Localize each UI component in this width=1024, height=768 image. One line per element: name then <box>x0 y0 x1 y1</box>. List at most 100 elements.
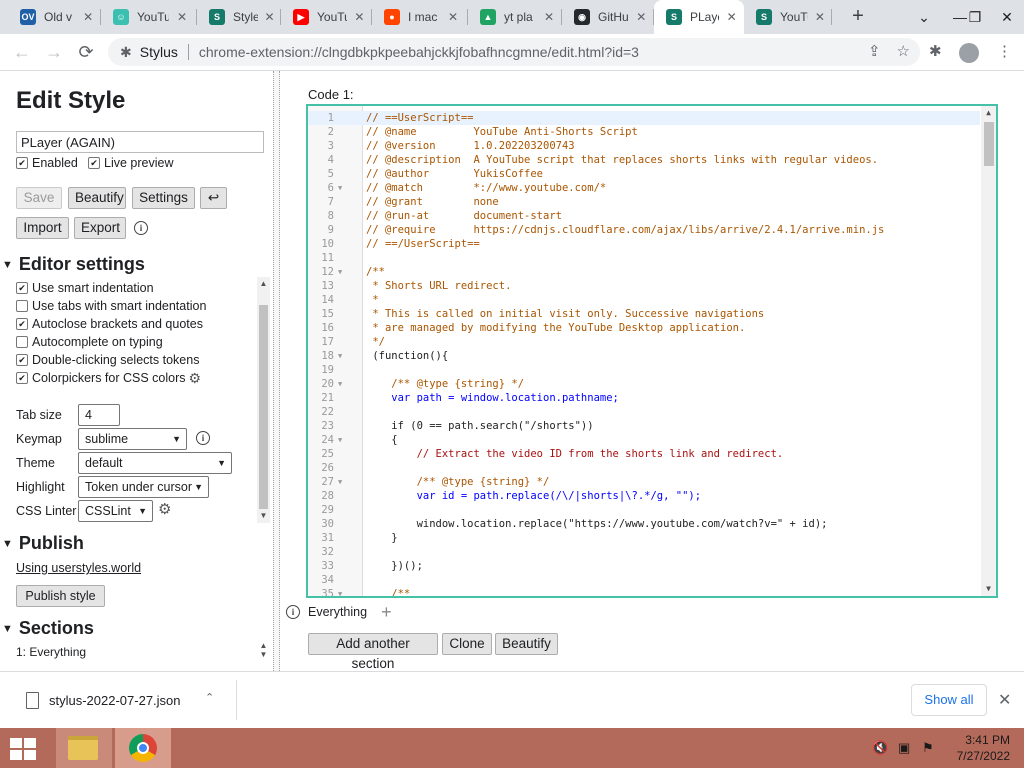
file-explorer-taskbar-button[interactable] <box>56 728 112 768</box>
browser-tab[interactable]: ◉ GitHu ✕ <box>562 0 654 34</box>
scroll-up-icon[interactable]: ▲ <box>257 277 270 291</box>
tab-close-icon[interactable]: ✕ <box>542 10 556 24</box>
editor-option-checkbox[interactable]: Use smart indentation <box>16 279 254 297</box>
beautify-button[interactable]: Beautify <box>68 187 126 209</box>
editor-scrollbar[interactable]: ▲ ▼ <box>981 106 996 596</box>
scroll-up-icon[interactable]: ▲ <box>981 106 996 120</box>
chevron-up-icon[interactable]: ⌃ <box>205 691 214 704</box>
browser-tab[interactable]: S YouTu ✕ <box>744 0 832 34</box>
export-button[interactable]: Export <box>74 217 126 239</box>
tab-close-icon[interactable]: ✕ <box>175 10 189 24</box>
publish-style-button[interactable]: Publish style <box>16 585 105 607</box>
show-all-button[interactable]: Show all <box>911 684 987 716</box>
settings-button[interactable]: Settings <box>132 187 195 209</box>
fold-marker-icon[interactable]: ▼ <box>338 181 342 195</box>
browser-tab[interactable]: OV Old v ✕ <box>8 0 101 34</box>
left-scrollbar-thumb[interactable] <box>259 305 268 509</box>
profile-avatar-icon[interactable] <box>959 43 979 63</box>
sections-scroll-icon[interactable]: ▲ ▼ <box>257 641 270 659</box>
download-filename[interactable]: stylus-2022-07-27.json <box>49 693 181 708</box>
windows-start-icon[interactable] <box>10 738 36 760</box>
editor-option-checkbox[interactable]: Autoclose brackets and quotes <box>16 315 254 333</box>
save-button[interactable]: Save <box>16 187 62 209</box>
browser-tab[interactable]: ▶ YouTu ✕ <box>281 0 372 34</box>
colorpicker-gear-icon[interactable]: ⚙ <box>189 370 202 387</box>
add-section-button[interactable]: Add another section <box>308 633 438 671</box>
fold-marker-icon[interactable]: ▼ <box>338 587 342 596</box>
tab-close-icon[interactable]: ✕ <box>725 10 738 24</box>
editor-option-checkbox[interactable]: Autocomplete on typing <box>16 333 254 351</box>
address-bar[interactable]: ✱ Stylus chrome-extension://clngdbkpkpee… <box>108 38 920 66</box>
tab-size-input[interactable]: 4 <box>78 404 120 426</box>
live-preview-checkbox[interactable]: Live preview <box>88 156 173 170</box>
editor-option-checkbox[interactable]: Double-clicking selects tokens <box>16 351 254 369</box>
browser-tab[interactable]: S Style ✕ <box>197 0 281 34</box>
code-line: 27 ▼ /** @type {string} */ <box>308 475 980 489</box>
editor-option-label: Colorpickers for CSS colors <box>32 371 186 385</box>
chrome-taskbar-button[interactable] <box>115 728 171 768</box>
highlight-select[interactable]: Token under cursor ▼ <box>78 476 209 498</box>
section-list-item[interactable]: 1: Everything <box>16 645 86 659</box>
css-linter-select[interactable]: CSSLint ▼ <box>78 500 153 522</box>
editor-option-checkbox[interactable]: Use tabs with smart indentation <box>16 297 254 315</box>
userstyles-world-link[interactable]: Using userstyles.world <box>16 561 141 575</box>
enabled-checkbox[interactable]: Enabled <box>16 156 78 170</box>
code-line: 9 // @require https://cdnjs.cloudflare.co… <box>308 223 980 237</box>
close-icon[interactable]: ✕ <box>998 690 1011 710</box>
fold-marker-icon[interactable]: ▼ <box>338 433 342 447</box>
scroll-down-icon[interactable]: ▼ <box>257 509 270 523</box>
tab-title: I mac <box>408 10 438 24</box>
notification-icon[interactable]: ⚑ <box>922 740 934 756</box>
import-button[interactable]: Import <box>16 217 69 239</box>
section-beautify-button[interactable]: Beautify <box>495 633 558 655</box>
reload-button[interactable]: ⟳ <box>74 41 98 65</box>
tab-close-icon[interactable]: ✕ <box>264 10 275 24</box>
tab-close-icon[interactable]: ✕ <box>814 10 826 24</box>
applies-info-icon[interactable]: i <box>286 605 300 619</box>
theme-select[interactable]: default ▼ <box>78 452 232 474</box>
tab-close-icon[interactable]: ✕ <box>446 10 460 24</box>
menu-kebab-icon[interactable]: ⋮ <box>997 42 1012 60</box>
collapse-triangle-icon: ▼ <box>2 537 13 550</box>
add-applies-plus-icon[interactable]: + <box>381 603 392 621</box>
tab-search-icon[interactable]: ⌄ <box>904 0 944 34</box>
editor-option-checkbox[interactable]: Colorpickers for CSS colors⚙ <box>16 369 254 387</box>
keymap-select[interactable]: sublime ▼ <box>78 428 187 450</box>
restore-icon[interactable]: ❐ <box>960 0 990 34</box>
new-tab-button[interactable]: + <box>846 5 870 29</box>
close-window-icon[interactable]: ✕ <box>990 0 1024 34</box>
browser-tab[interactable]: S PLaye ✕ <box>654 0 744 34</box>
forward-button[interactable]: → <box>42 41 66 65</box>
browser-tab[interactable]: ● I mac ✕ <box>372 0 468 34</box>
keymap-info-icon[interactable]: i <box>196 431 210 445</box>
share-icon[interactable]: ⇪ <box>868 42 881 60</box>
linter-settings-gear-icon[interactable]: ⚙ <box>158 500 171 518</box>
tab-close-icon[interactable]: ✕ <box>81 10 95 24</box>
fold-marker-icon[interactable]: ▼ <box>338 475 342 489</box>
bookmark-star-icon[interactable]: ☆ <box>897 42 910 60</box>
volume-muted-icon[interactable]: 🔇 <box>872 740 888 756</box>
editor-settings-header[interactable]: ▼ Editor settings <box>2 254 145 275</box>
fold-marker-icon[interactable]: ▼ <box>338 377 342 391</box>
left-scrollbar[interactable]: ▲ ▼ <box>257 277 270 523</box>
tab-close-icon[interactable]: ✕ <box>353 10 366 24</box>
sections-header[interactable]: ▼ Sections <box>2 618 94 639</box>
editor-scrollbar-thumb[interactable] <box>984 122 994 166</box>
browser-tab[interactable]: ▲ yt pla ✕ <box>468 0 562 34</box>
clone-button[interactable]: Clone <box>442 633 492 655</box>
undo-button[interactable]: ↩ <box>200 187 227 209</box>
code-editor[interactable]: 1 // ==UserScript== 2 // @name YouTube Anti… <box>306 104 998 598</box>
browser-tab[interactable]: ☺ YouTu ✕ <box>101 0 197 34</box>
export-info-icon[interactable]: i <box>134 221 148 235</box>
scroll-down-icon[interactable]: ▼ <box>981 582 996 596</box>
tab-close-icon[interactable]: ✕ <box>635 10 648 24</box>
fold-marker-icon[interactable]: ▼ <box>338 265 342 279</box>
fold-marker-icon[interactable]: ▼ <box>338 349 342 363</box>
panel-splitter[interactable] <box>273 71 280 671</box>
system-clock[interactable]: 3:41 PM 7/27/2022 <box>948 732 1010 764</box>
style-name-input[interactable] <box>16 131 264 153</box>
publish-header[interactable]: ▼ Publish <box>2 533 84 554</box>
network-icon[interactable]: ▣ <box>898 740 910 756</box>
back-button[interactable]: ← <box>10 41 34 65</box>
extensions-icon[interactable]: ✱ <box>929 42 942 60</box>
